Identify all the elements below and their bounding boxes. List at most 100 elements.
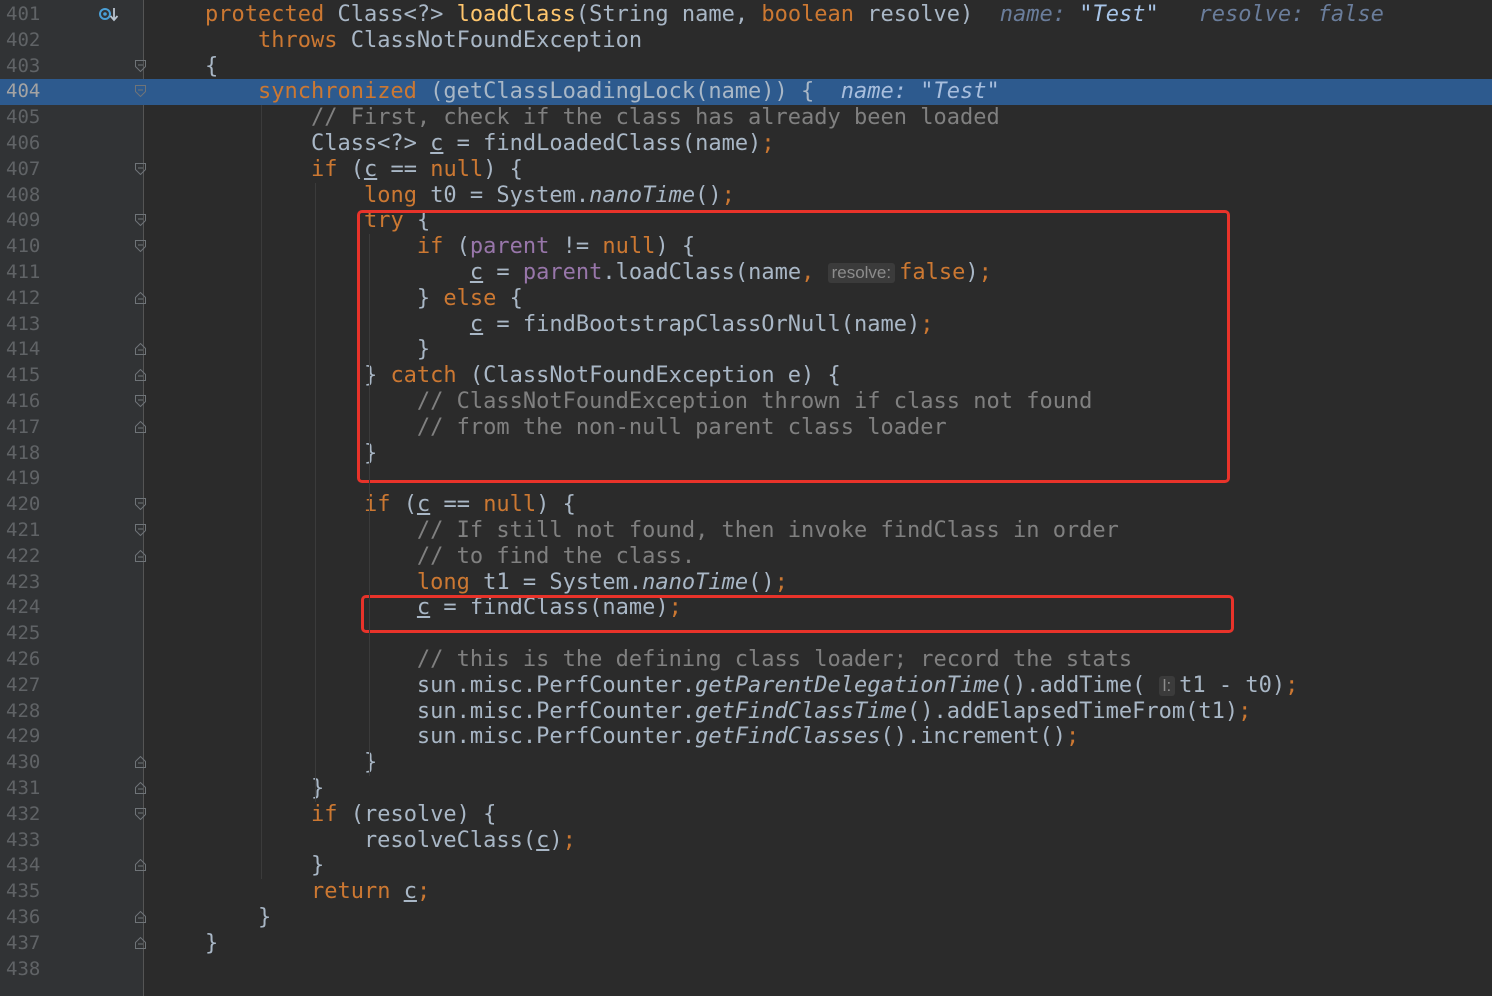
code-line[interactable]: 405 // First, check if the class has alr… bbox=[0, 105, 1492, 131]
code-text[interactable]: sun.misc.PerfCounter.getFindClassTime().… bbox=[205, 699, 1251, 725]
code-line[interactable]: 421 // If still not found, then invoke f… bbox=[0, 518, 1492, 544]
fold-end-icon[interactable] bbox=[135, 911, 146, 923]
code-text[interactable]: // First, check if the class has already… bbox=[205, 105, 1000, 131]
code-line[interactable]: 420 if (c == null) { bbox=[0, 492, 1492, 518]
code-text[interactable]: sun.misc.PerfCounter.getFindClasses().in… bbox=[205, 724, 1079, 750]
fold-end-icon[interactable] bbox=[135, 343, 146, 356]
code-line[interactable]: 408 long t0 = System.nanoTime(); bbox=[0, 183, 1492, 209]
code-line[interactable]: 407 if (c == null) { bbox=[0, 157, 1492, 183]
code-text[interactable]: throws ClassNotFoundException bbox=[205, 28, 642, 54]
line-number[interactable]: 408 bbox=[6, 183, 46, 209]
line-number[interactable]: 420 bbox=[6, 492, 46, 518]
code-line[interactable]: 438 bbox=[0, 957, 1492, 983]
fold-end-icon[interactable] bbox=[135, 859, 146, 872]
step-into-debug-icon[interactable] bbox=[98, 6, 120, 24]
fold-end-icon[interactable] bbox=[135, 369, 146, 382]
line-number[interactable]: 401 bbox=[6, 2, 46, 28]
code-line[interactable]: 423 long t1 = System.nanoTime(); bbox=[0, 570, 1492, 596]
line-number[interactable]: 415 bbox=[6, 363, 46, 389]
fold-collapse-icon[interactable] bbox=[135, 807, 146, 820]
line-number[interactable]: 436 bbox=[6, 905, 46, 931]
code-text[interactable]: long t0 = System.nanoTime(); bbox=[205, 183, 735, 209]
code-line[interactable]: 429 sun.misc.PerfCounter.getFindClasses(… bbox=[0, 724, 1492, 750]
line-number[interactable]: 421 bbox=[6, 518, 46, 544]
line-number[interactable]: 422 bbox=[6, 544, 46, 570]
line-number[interactable]: 409 bbox=[6, 208, 46, 234]
fold-end-icon[interactable] bbox=[135, 420, 146, 433]
fold-collapse-icon[interactable] bbox=[135, 85, 146, 98]
code-text[interactable]: if (c == null) { bbox=[205, 157, 523, 183]
line-number[interactable]: 425 bbox=[6, 621, 46, 647]
line-number[interactable]: 402 bbox=[6, 28, 46, 54]
line-number[interactable]: 435 bbox=[6, 879, 46, 905]
line-number[interactable]: 424 bbox=[6, 595, 46, 621]
code-text[interactable]: // this is the defining class loader; re… bbox=[205, 647, 1132, 673]
line-number[interactable]: 404 bbox=[6, 79, 46, 105]
line-number[interactable]: 410 bbox=[6, 234, 46, 260]
fold-collapse-icon[interactable] bbox=[135, 395, 146, 407]
line-number[interactable]: 416 bbox=[6, 389, 46, 415]
fold-collapse-icon[interactable] bbox=[135, 59, 146, 72]
code-line[interactable]: 422 // to find the class. bbox=[0, 544, 1492, 570]
code-line[interactable]: 402 throws ClassNotFoundException bbox=[0, 28, 1492, 54]
code-text[interactable]: } bbox=[205, 750, 377, 776]
fold-end-icon[interactable] bbox=[135, 756, 146, 769]
line-number[interactable]: 427 bbox=[6, 673, 46, 699]
line-number[interactable]: 413 bbox=[6, 312, 46, 338]
fold-end-icon[interactable] bbox=[135, 936, 146, 949]
code-line[interactable]: 428 sun.misc.PerfCounter.getFindClassTim… bbox=[0, 699, 1492, 725]
code-text[interactable]: } bbox=[205, 905, 271, 931]
line-number[interactable]: 431 bbox=[6, 776, 46, 802]
fold-collapse-icon[interactable] bbox=[135, 214, 146, 227]
code-editor[interactable]: 401 protected Class<?> loadClass(String n… bbox=[0, 0, 1492, 996]
line-number[interactable]: 434 bbox=[6, 853, 46, 879]
line-number[interactable]: 419 bbox=[6, 466, 46, 492]
fold-collapse-icon[interactable] bbox=[135, 162, 146, 175]
code-line[interactable]: 406 Class<?> c = findLoadedClass(name); bbox=[0, 131, 1492, 157]
line-number[interactable]: 432 bbox=[6, 802, 46, 828]
line-number[interactable]: 412 bbox=[6, 286, 46, 312]
line-number[interactable]: 418 bbox=[6, 441, 46, 467]
code-line[interactable]: 403 { bbox=[0, 54, 1492, 80]
line-number[interactable]: 426 bbox=[6, 647, 46, 673]
current-execution-line[interactable]: 404 synchronized (getClassLoadingLock(na… bbox=[0, 79, 1492, 106]
code-line[interactable]: 436 } bbox=[0, 905, 1492, 931]
code-line[interactable]: 430 } bbox=[0, 750, 1492, 776]
code-text[interactable]: } bbox=[205, 441, 377, 467]
code-text[interactable]: return c; bbox=[205, 879, 430, 905]
code-text[interactable]: } bbox=[205, 931, 218, 957]
line-number[interactable]: 438 bbox=[6, 957, 46, 983]
code-line[interactable]: 426 // this is the defining class loader… bbox=[0, 647, 1492, 673]
code-text[interactable]: Class<?> c = findLoadedClass(name); bbox=[205, 131, 775, 157]
line-number[interactable]: 417 bbox=[6, 415, 46, 441]
code-text[interactable]: { bbox=[205, 54, 218, 80]
fold-collapse-icon[interactable] bbox=[135, 524, 146, 536]
fold-end-icon[interactable] bbox=[135, 291, 146, 304]
code-line[interactable]: 401 protected Class<?> loadClass(String n… bbox=[0, 2, 1492, 28]
code-line[interactable]: 431 } bbox=[0, 776, 1492, 802]
line-number[interactable]: 411 bbox=[6, 260, 46, 286]
line-number[interactable]: 406 bbox=[6, 131, 46, 157]
fold-collapse-icon[interactable] bbox=[135, 498, 146, 511]
code-text[interactable]: } bbox=[205, 776, 324, 802]
line-number[interactable]: 403 bbox=[6, 54, 46, 80]
code-line[interactable]: 433 resolveClass(c); bbox=[0, 828, 1492, 854]
code-text[interactable]: // to find the class. bbox=[205, 544, 695, 570]
line-number[interactable]: 429 bbox=[6, 724, 46, 750]
fold-collapse-icon[interactable] bbox=[135, 240, 146, 253]
code-text[interactable]: synchronized (getClassLoadingLock(name))… bbox=[205, 79, 1000, 105]
code-line[interactable]: 432 if (resolve) { bbox=[0, 802, 1492, 828]
line-number[interactable]: 407 bbox=[6, 157, 46, 183]
code-text[interactable]: if (resolve) { bbox=[205, 802, 496, 828]
line-number[interactable]: 437 bbox=[6, 931, 46, 957]
code-line[interactable]: 435 return c; bbox=[0, 879, 1492, 905]
code-text[interactable]: } bbox=[205, 853, 324, 879]
code-line[interactable]: 434 } bbox=[0, 853, 1492, 879]
code-text[interactable]: // If still not found, then invoke findC… bbox=[205, 518, 1119, 544]
code-text[interactable]: protected Class<?> loadClass(String name… bbox=[205, 2, 1384, 28]
line-number[interactable]: 433 bbox=[6, 828, 46, 854]
line-number[interactable]: 430 bbox=[6, 750, 46, 776]
code-line[interactable]: 427 sun.misc.PerfCounter.getParentDelega… bbox=[0, 673, 1492, 699]
line-number[interactable]: 428 bbox=[6, 699, 46, 725]
line-number[interactable]: 405 bbox=[6, 105, 46, 131]
